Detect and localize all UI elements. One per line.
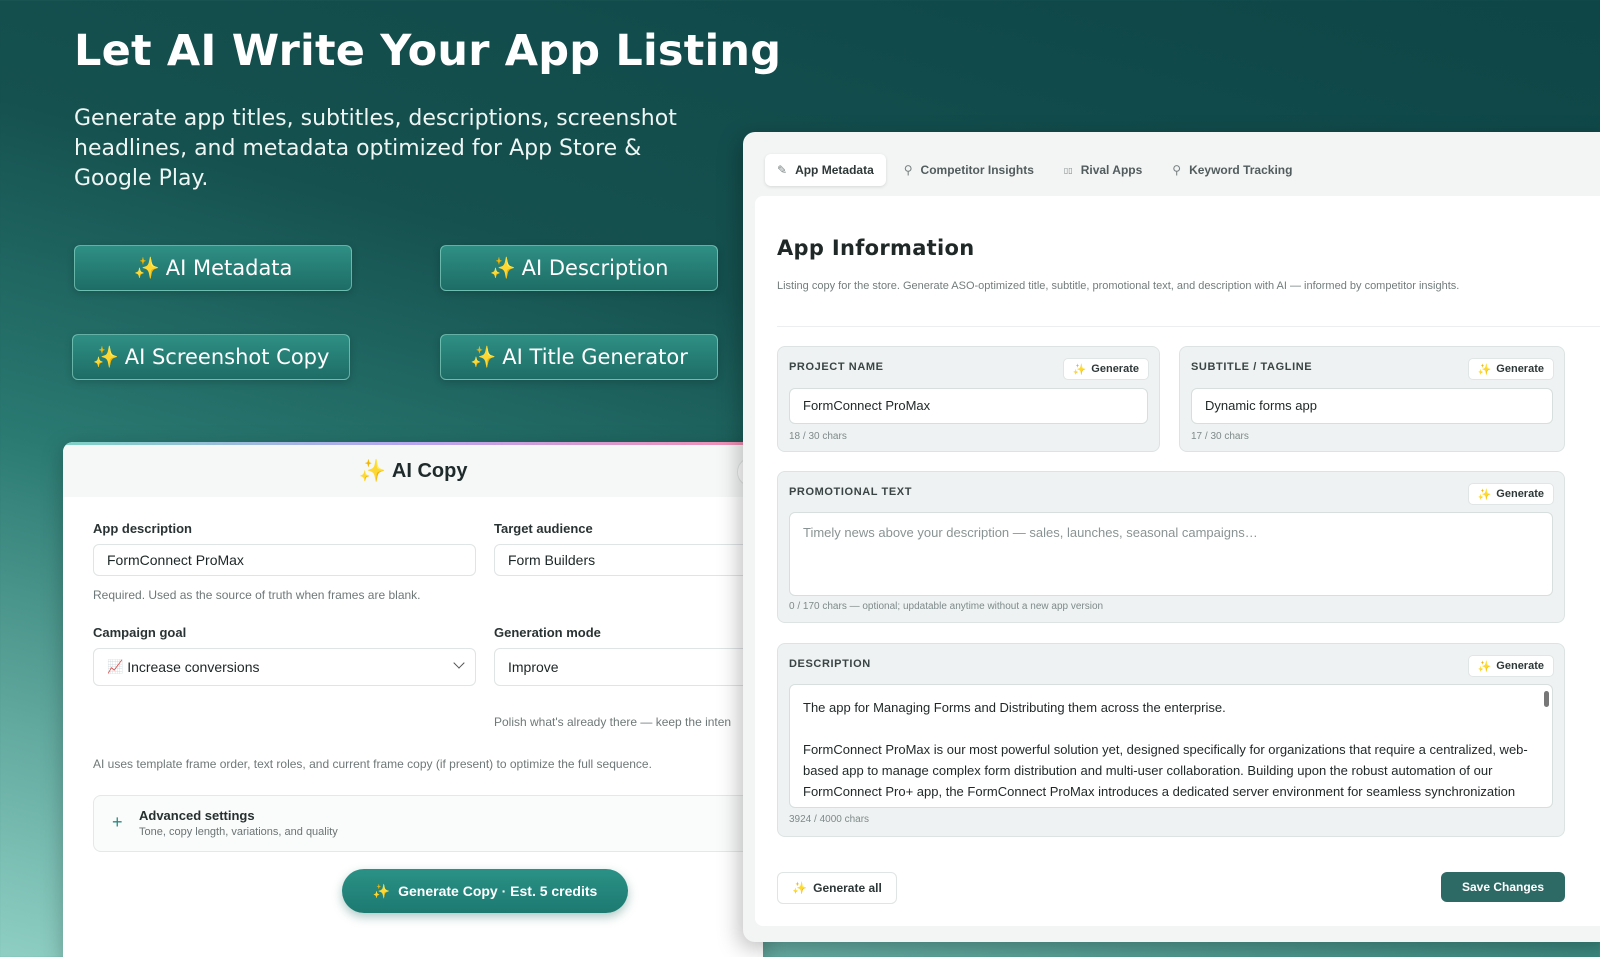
ai-description-label: AI Description: [521, 256, 669, 280]
generate-all-label: Generate all: [813, 881, 882, 895]
description-textarea[interactable]: The app for Managing Forms and Distribut…: [789, 684, 1553, 808]
generate-label: Generate: [1496, 363, 1544, 375]
promotional-text-caption: PROMOTIONAL TEXT: [789, 486, 913, 498]
chart-up-icon: 📈: [107, 659, 124, 674]
sparkle-icon: ✨: [372, 882, 391, 899]
generate-subtitle-button[interactable]: ✨ Generate: [1467, 358, 1554, 380]
tab-app-metadata[interactable]: ✎ App Metadata: [765, 154, 886, 186]
subtitle-input[interactable]: Dynamic forms app: [1191, 388, 1553, 424]
app-description-input[interactable]: FormConnect ProMax: [93, 544, 476, 576]
campaign-goal-value: Increase conversions: [127, 659, 260, 675]
ai-screenshot-copy-label: AI Screenshot Copy: [124, 345, 330, 369]
project-name-caption: PROJECT NAME: [789, 361, 884, 373]
search-icon: ⚲: [903, 163, 913, 177]
ai-copy-header: ✨ AI Copy ⚡: [63, 445, 763, 497]
hero-title: Let AI Write Your App Listing: [74, 26, 782, 76]
tab-label: Rival Apps: [1080, 163, 1143, 177]
ai-title-generator-button[interactable]: ✨ AI Title Generator: [440, 334, 718, 380]
generation-mode-hint: Polish what's already there — keep the i…: [494, 715, 732, 729]
advanced-settings-title: Advanced settings: [139, 808, 255, 823]
compare-icon: ▯▯: [1063, 165, 1073, 175]
generation-mode-select[interactable]: Improve: [494, 648, 763, 686]
tab-label: Competitor Insights: [920, 163, 1034, 177]
app-metadata-panel: ✎ App Metadata ⚲ Competitor Insights ▯▯ …: [743, 132, 1600, 942]
subtitle-field: SUBTITLE / TAGLINE ✨ Generate Dynamic fo…: [1179, 346, 1565, 452]
panel-tabs: ✎ App Metadata ⚲ Competitor Insights ▯▯ …: [765, 154, 1304, 186]
search-icon: ⚲: [1172, 163, 1182, 177]
generate-copy-label: Generate Copy · Est. 5 credits: [398, 883, 598, 899]
divider: [777, 326, 1600, 327]
generate-label: Generate: [1496, 660, 1544, 672]
sparkle-icon: ✨: [133, 255, 160, 280]
generate-promotional-text-button[interactable]: ✨ Generate: [1467, 483, 1554, 505]
save-changes-button[interactable]: Save Changes: [1441, 872, 1565, 902]
tab-label: Keyword Tracking: [1189, 163, 1293, 177]
advanced-settings-toggle[interactable]: + Advanced settings Tone, copy length, v…: [93, 795, 763, 852]
project-name-input[interactable]: FormConnect ProMax: [789, 388, 1148, 424]
campaign-goal-label: Campaign goal: [93, 625, 187, 640]
sparkle-icon: ✨: [1477, 488, 1492, 501]
description-count: 3924 / 4000 chars: [789, 814, 870, 825]
generation-mode-label: Generation mode: [494, 625, 601, 640]
promotional-text-field: PROMOTIONAL TEXT ✨ Generate Timely news …: [777, 471, 1565, 623]
tab-rival-apps[interactable]: ▯▯ Rival Apps: [1052, 154, 1154, 186]
subtitle-caption: SUBTITLE / TAGLINE: [1191, 361, 1313, 373]
chevron-down-icon: [453, 657, 465, 669]
sparkle-icon: ✨: [358, 458, 386, 483]
app-description-hint: Required. Used as the source of truth wh…: [93, 588, 421, 602]
sparkle-icon: ✨: [1477, 363, 1492, 376]
project-name-field: PROJECT NAME ✨ Generate FormConnect ProM…: [777, 346, 1160, 452]
ai-info-text: AI uses template frame order, text roles…: [93, 757, 652, 771]
tab-competitor-insights[interactable]: ⚲ Competitor Insights: [892, 154, 1046, 186]
generate-description-button[interactable]: ✨ Generate: [1467, 655, 1554, 677]
subtitle-count: 17 / 30 chars: [1191, 431, 1249, 442]
plus-icon: +: [112, 812, 123, 832]
sparkle-icon: ✨: [1477, 660, 1492, 673]
generate-all-button[interactable]: ✨ Generate all: [777, 872, 897, 904]
description-line-1: The app for Managing Forms and Distribut…: [803, 700, 1226, 715]
ai-metadata-label: AI Metadata: [165, 256, 293, 280]
target-audience-input[interactable]: Form Builders: [494, 544, 763, 576]
ai-copy-title: AI Copy: [391, 459, 468, 482]
ai-title-generator-label: AI Title Generator: [502, 345, 688, 369]
app-description-label: App description: [93, 521, 192, 536]
generate-label: Generate: [1091, 363, 1139, 375]
description-caption: DESCRIPTION: [789, 658, 871, 670]
pencil-icon: ✎: [777, 163, 788, 177]
ai-screenshot-copy-button[interactable]: ✨ AI Screenshot Copy: [72, 334, 350, 380]
app-information-section: App Information Listing copy for the sto…: [755, 196, 1600, 926]
ai-copy-card: ✨ AI Copy ⚡ App description FormConnect …: [63, 442, 763, 957]
sparkle-icon: ✨: [470, 344, 497, 369]
tab-keyword-tracking[interactable]: ⚲ Keyword Tracking: [1160, 154, 1304, 186]
tab-label: App Metadata: [795, 163, 874, 177]
sparkle-icon: ✨: [1072, 363, 1087, 376]
campaign-goal-select[interactable]: 📈 Increase conversions: [93, 648, 476, 686]
sparkle-icon: ✨: [489, 255, 516, 280]
generate-label: Generate: [1496, 488, 1544, 500]
sparkle-icon: ✨: [92, 344, 119, 369]
advanced-settings-subtitle: Tone, copy length, variations, and quali…: [139, 826, 338, 838]
ai-metadata-button[interactable]: ✨ AI Metadata: [74, 245, 352, 291]
description-field: DESCRIPTION ✨ Generate The app for Manag…: [777, 643, 1565, 837]
generate-project-name-button[interactable]: ✨ Generate: [1062, 358, 1149, 380]
scrollbar[interactable]: [1544, 691, 1549, 707]
section-title: App Information: [777, 236, 975, 260]
generate-copy-button[interactable]: ✨ Generate Copy · Est. 5 credits: [342, 869, 628, 913]
description-line-2: FormConnect ProMax is our most powerful …: [803, 742, 1528, 807]
target-audience-label: Target audience: [494, 521, 593, 536]
ai-description-button[interactable]: ✨ AI Description: [440, 245, 718, 291]
section-description: Listing copy for the store. Generate ASO…: [777, 280, 1460, 292]
hero-subtitle: Generate app titles, subtitles, descript…: [74, 106, 677, 191]
project-name-count: 18 / 30 chars: [789, 431, 847, 442]
sparkle-icon: ✨: [792, 881, 808, 895]
promotional-text-input[interactable]: Timely news above your description — sal…: [789, 512, 1553, 596]
promotional-text-count: 0 / 170 chars — optional; updatable anyt…: [789, 601, 1104, 612]
